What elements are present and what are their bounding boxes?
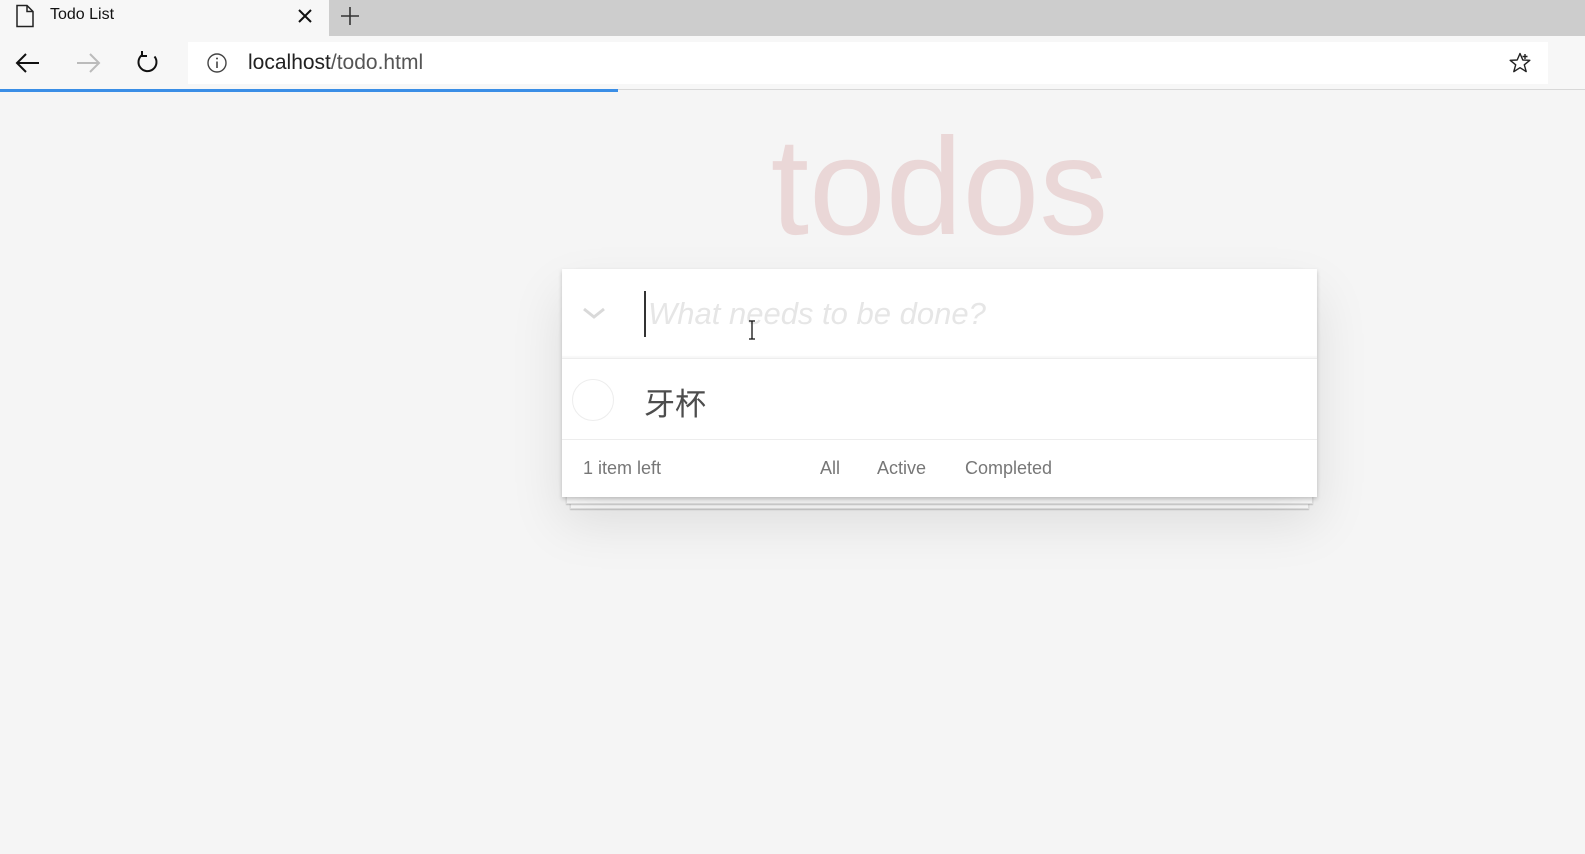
chevron-down-icon[interactable] [580,303,608,323]
app-title: todos [770,110,1109,264]
page-icon [16,4,34,28]
filter-completed[interactable]: Completed [965,458,1052,479]
url-path: /todo.html [330,51,424,74]
close-icon[interactable] [296,7,314,25]
todo-label[interactable]: 牙杯 [644,379,706,424]
back-arrow-icon[interactable] [14,50,42,76]
forward-arrow-icon[interactable] [74,50,102,76]
url-text[interactable]: localhost/todo.html [248,51,423,75]
text-cursor-icon [749,320,755,340]
todo-card: 牙杯 1 item left All Active Completed [562,269,1317,497]
browser-tab[interactable]: Todo List [0,0,329,36]
filter-all[interactable]: All [820,458,840,479]
url-host: localhost [248,51,331,74]
filter-active[interactable]: Active [877,458,926,479]
card-stack-shadow [566,496,1313,504]
plus-icon[interactable] [339,5,361,27]
todo-item[interactable]: 牙杯 [562,359,1317,440]
new-todo-input[interactable] [644,291,1294,337]
new-todo-row [562,269,1317,359]
tab-title: Todo List [50,6,115,23]
todo-count: 1 item left [583,458,662,478]
todo-complete-toggle[interactable] [572,379,614,421]
address-bar[interactable]: localhost/todo.html [188,42,1548,84]
star-icon[interactable] [1508,51,1532,75]
info-icon[interactable] [206,52,228,74]
browser-toolbar: localhost/todo.html [0,36,1585,90]
refresh-icon[interactable] [134,50,162,76]
tab-strip: Todo List [0,0,1585,36]
page-load-progress [0,89,618,92]
todo-footer: 1 item left All Active Completed [562,441,1317,497]
